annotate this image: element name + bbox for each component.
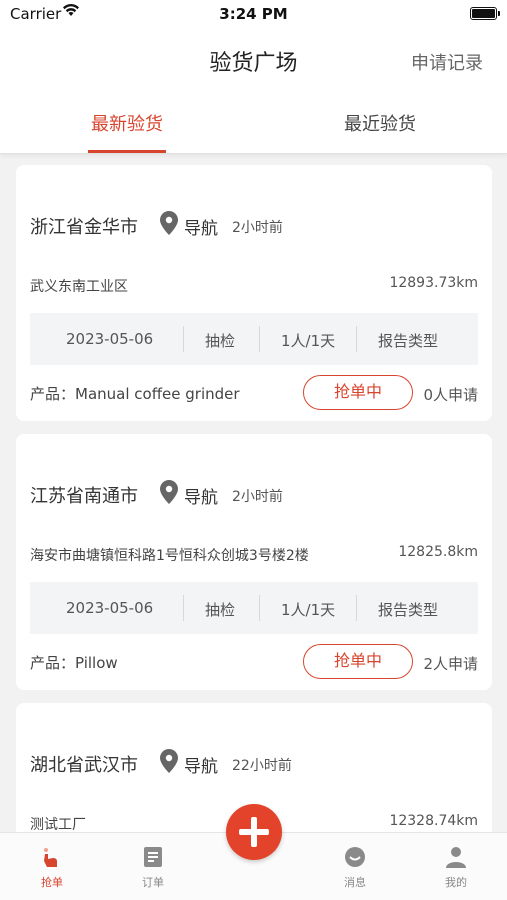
user-icon bbox=[446, 847, 466, 868]
applicant-count: 2人申请 bbox=[423, 655, 478, 673]
active-tab-indicator bbox=[88, 150, 166, 153]
man-day: 1人/1天 bbox=[281, 332, 336, 350]
inspection-date: 2023-05-06 bbox=[66, 599, 154, 617]
order-card[interactable]: 浙江省金华市 导航 2小时前 武义东南工业区 12893.73km 2023-0… bbox=[16, 165, 492, 421]
hand-tap-icon bbox=[44, 848, 57, 867]
order-card[interactable]: 江苏省南通市 导航 2小时前 海安市曲塘镇恒科路1号恒科众创城3号楼2楼 128… bbox=[16, 434, 492, 690]
factory-address: 武义东南工业区 bbox=[30, 279, 128, 295]
product-label: 产品：Pillow bbox=[30, 654, 118, 672]
tab-messages[interactable]: 消息 bbox=[325, 845, 385, 890]
tab-label: 订单 bbox=[142, 876, 164, 889]
applicant-count: 0人申请 bbox=[423, 386, 478, 404]
navigate-link[interactable]: 导航 bbox=[184, 752, 218, 777]
factory-address: 测试工厂 bbox=[30, 817, 86, 833]
inspection-date: 2023-05-06 bbox=[66, 330, 154, 348]
tab-label: 消息 bbox=[344, 876, 366, 889]
message-icon bbox=[345, 847, 365, 867]
inspection-type: 抽检 bbox=[205, 601, 236, 619]
nav-bar: 验货广场 申请记录 bbox=[0, 28, 507, 92]
clock: 3:24 PM bbox=[219, 5, 288, 23]
location-pin-icon[interactable] bbox=[160, 749, 178, 773]
report-type: 报告类型 bbox=[378, 332, 439, 350]
tab-label: 我的 bbox=[445, 876, 467, 889]
location-pin-icon[interactable] bbox=[160, 480, 178, 504]
distance: 12893.73km bbox=[389, 275, 478, 291]
status-bar: Carrier 3:24 PM bbox=[0, 0, 507, 28]
tab-label: 抢单 bbox=[41, 876, 63, 889]
city-label: 湖北省武汉市 bbox=[30, 755, 138, 776]
order-info-strip: 2023-05-06 抽检 1人/1天 报告类型 bbox=[30, 582, 478, 634]
tab-strip: 最新验货 最近验货 bbox=[0, 92, 507, 154]
navigate-link[interactable]: 导航 bbox=[184, 214, 218, 239]
inspection-type: 抽检 bbox=[205, 332, 236, 350]
factory-address: 海安市曲塘镇恒科路1号恒科众创城3号楼2楼 bbox=[30, 548, 309, 564]
tab-recent-inspection[interactable]: 最近验货 bbox=[310, 110, 450, 136]
apply-records-button[interactable]: 申请记录 bbox=[411, 49, 483, 75]
city-label: 江苏省南通市 bbox=[30, 486, 138, 507]
tab-orders[interactable]: 订单 bbox=[123, 845, 183, 890]
city-label: 浙江省金华市 bbox=[30, 217, 138, 238]
time-ago: 22小时前 bbox=[232, 758, 292, 774]
battery-icon bbox=[470, 7, 500, 20]
report-type: 报告类型 bbox=[378, 601, 439, 619]
add-button[interactable] bbox=[226, 804, 282, 860]
product-label: 产品：Manual coffee grinder bbox=[30, 385, 240, 403]
order-info-strip: 2023-05-06 抽检 1人/1天 报告类型 bbox=[30, 313, 478, 365]
grab-order-button[interactable]: 抢单中 bbox=[303, 644, 413, 679]
order-list-icon bbox=[144, 847, 162, 867]
distance: 12328.74km bbox=[389, 813, 478, 829]
navigate-link[interactable]: 导航 bbox=[184, 483, 218, 508]
time-ago: 2小时前 bbox=[232, 489, 283, 505]
tab-latest-inspection[interactable]: 最新验货 bbox=[57, 110, 197, 136]
distance: 12825.8km bbox=[398, 544, 478, 560]
grab-order-button[interactable]: 抢单中 bbox=[303, 375, 413, 410]
time-ago: 2小时前 bbox=[232, 220, 283, 236]
man-day: 1人/1天 bbox=[281, 601, 336, 619]
tab-mine[interactable]: 我的 bbox=[426, 845, 486, 890]
tab-grab-order[interactable]: 抢单 bbox=[22, 845, 82, 890]
location-pin-icon[interactable] bbox=[160, 211, 178, 235]
